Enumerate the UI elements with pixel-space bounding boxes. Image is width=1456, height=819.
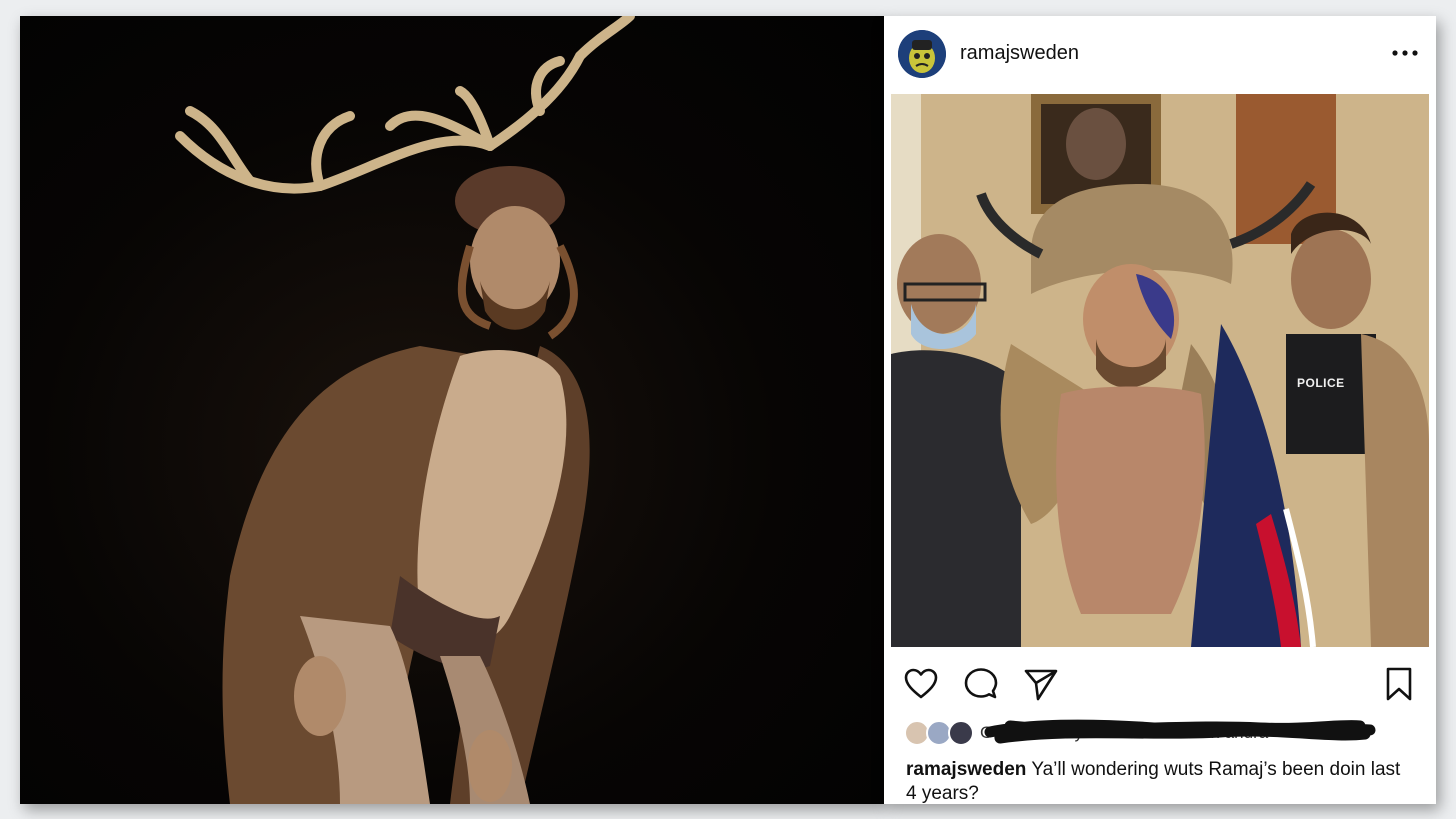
send-icon[interactable] [1022, 665, 1060, 703]
more-dots-icon[interactable] [1390, 40, 1420, 66]
profile-avatar[interactable] [898, 30, 946, 78]
post-image[interactable]: POLICE [891, 94, 1429, 647]
likes-row: Gilla av fannytwardomanski och andra [884, 716, 1436, 748]
dancer-illustration [175, 16, 635, 804]
liker-avatar[interactable] [948, 720, 974, 746]
comment-icon[interactable] [962, 665, 1000, 703]
bookmark-icon[interactable] [1380, 665, 1418, 703]
post-header: ramajsweden [884, 16, 1436, 94]
caption-username[interactable]: ramajsweden [906, 759, 1026, 780]
left-photo [20, 16, 884, 804]
post-caption: ramajsweden Ya’ll wondering wuts Ramaj’s… [906, 758, 1406, 804]
heart-icon[interactable] [902, 665, 940, 703]
post-actions [884, 661, 1436, 705]
post-username[interactable]: ramajsweden [960, 42, 1079, 65]
liked-by-text[interactable]: Gilla av fannytwardomanski och andra [980, 723, 1268, 743]
post-photo-illustration [891, 94, 1429, 647]
instagram-post: ramajsweden POLICE Gilla av fannytwardom… [884, 16, 1436, 804]
police-vest-label: POLICE [1297, 376, 1345, 390]
